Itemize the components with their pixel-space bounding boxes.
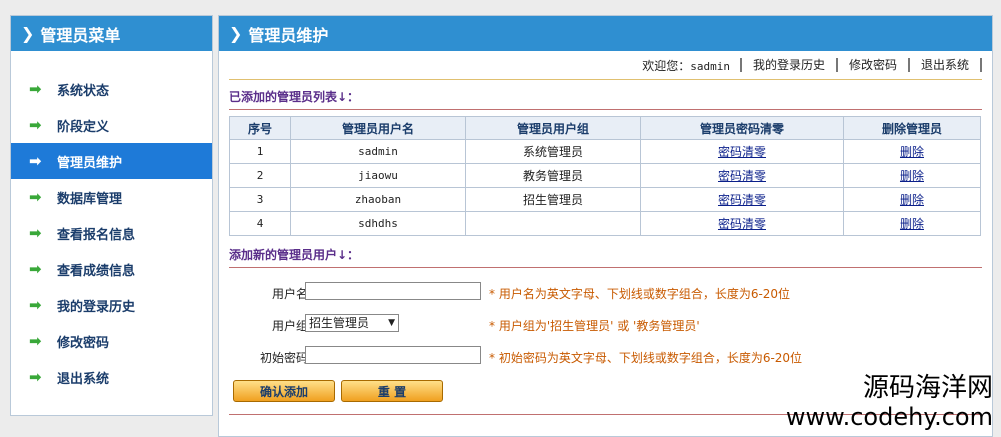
row-number: 1	[229, 139, 291, 164]
column-header: 序号	[229, 116, 291, 140]
reset-password-link[interactable]: 密码清零	[718, 145, 766, 159]
sidebar-item-score-info[interactable]: ➡ 查看成绩信息	[11, 251, 212, 287]
sidebar-item-label: 查看报名信息	[57, 227, 136, 243]
arrow-right-icon: ➡	[29, 116, 42, 134]
user-bar: 欢迎您：sadmin 我的登录历史 修改密码 退出系统	[229, 51, 982, 80]
password-row: 初始密码: * 初始密码为英文字母、下划线或数字组合，长度为6-20位	[219, 342, 992, 374]
delete-link[interactable]: 删除	[900, 145, 924, 159]
change-password-link[interactable]: 修改密码	[835, 58, 908, 72]
sidebar-item-registration-info[interactable]: ➡ 查看报名信息	[11, 215, 212, 251]
watermark: 源码海洋网 www.codehy.com	[786, 373, 993, 431]
reset-password-link[interactable]: 密码清零	[718, 169, 766, 183]
arrow-right-icon: ➡	[29, 368, 42, 386]
reset-cell: 密码清零	[640, 211, 844, 236]
table-header-row: 序号 管理员用户名 管理员用户组 管理员密码清零 删除管理员	[229, 116, 981, 140]
welcome-text: 欢迎您：sadmin	[632, 57, 740, 74]
sidebar-item-label: 系统状态	[57, 83, 110, 99]
admin-group: 招生管理员	[465, 187, 641, 212]
watermark-line1: 源码海洋网	[862, 373, 993, 403]
row-number: 3	[229, 187, 291, 212]
chevron-right-icon: ❯	[229, 24, 243, 43]
reset-cell: 密码清零	[640, 163, 844, 188]
sidebar-header: ❯ 管理员菜单	[11, 16, 212, 51]
watermark-line2: www.codehy.com	[785, 403, 993, 431]
login-history-link[interactable]: 我的登录历史	[739, 58, 836, 72]
sidebar: ❯ 管理员菜单 ➡ 系统状态 ➡ 阶段定义 ➡ 管理员维护 ➡ 数据库管理 ➡ 查看报名信…	[10, 15, 213, 416]
chevron-right-icon: ❯	[21, 24, 35, 43]
group-hint: * 用户组为'招生管理员' 或 '教务管理员'	[489, 319, 700, 333]
sidebar-item-admin-maintenance[interactable]: ➡ 管理员维护	[11, 143, 212, 179]
group-select[interactable]: 招生管理员 ▼	[305, 314, 399, 332]
delete-link[interactable]: 删除	[900, 217, 924, 231]
username-input[interactable]	[305, 282, 481, 300]
admin-table: 序号 管理员用户名 管理员用户组 管理员密码清零 删除管理员 1 sadmin …	[229, 116, 981, 236]
sidebar-item-label: 查看成绩信息	[57, 263, 136, 279]
dropdown-arrow-icon: ▼	[388, 318, 395, 328]
main-header: ❯ 管理员维护	[219, 16, 992, 51]
sidebar-item-logout[interactable]: ➡ 退出系统	[11, 359, 212, 395]
admin-group: 系统管理员	[465, 139, 641, 164]
username-hint: * 用户名为英文字母、下划线或数字组合，长度为6-20位	[489, 287, 791, 301]
arrow-right-icon: ➡	[29, 224, 42, 242]
sidebar-item-label: 修改密码	[57, 335, 110, 351]
sidebar-item-label: 管理员维护	[57, 155, 123, 171]
confirm-add-button[interactable]: 确认添加	[233, 380, 335, 402]
table-row: 4 sdhdhs 密码清零 删除	[229, 211, 981, 236]
sidebar-item-stage-definition[interactable]: ➡ 阶段定义	[11, 107, 212, 143]
arrow-right-icon: ➡	[29, 260, 42, 278]
password-hint: * 初始密码为英文字母、下划线或数字组合，长度为6-20位	[489, 351, 803, 365]
admin-username: sadmin	[290, 139, 466, 164]
table-row: 1 sadmin 系统管理员 密码清零 删除	[229, 139, 981, 164]
delete-cell: 删除	[843, 211, 981, 236]
page-title: 管理员维护	[248, 25, 329, 45]
current-username: sadmin	[690, 59, 730, 73]
admin-username: sdhdhs	[290, 211, 466, 236]
row-number: 2	[229, 163, 291, 188]
reset-cell: 密码清零	[640, 139, 844, 164]
arrow-right-icon: ➡	[29, 296, 42, 314]
arrow-right-icon: ➡	[29, 152, 42, 170]
column-header: 管理员用户名	[290, 116, 466, 140]
group-row: 用户组: 招生管理员 ▼ * 用户组为'招生管理员' 或 '教务管理员'	[219, 310, 992, 342]
sidebar-item-database[interactable]: ➡ 数据库管理	[11, 179, 212, 215]
admin-username: zhaoban	[290, 187, 466, 212]
column-header: 管理员密码清零	[640, 116, 844, 140]
add-admin-title: 添加新的管理员用户↓：	[229, 246, 982, 268]
reset-cell: 密码清零	[640, 187, 844, 212]
table-row: 2 jiaowu 教务管理员 密码清零 删除	[229, 163, 981, 188]
column-header: 管理员用户组	[465, 116, 641, 140]
arrow-right-icon: ➡	[29, 188, 42, 206]
delete-cell: 删除	[843, 163, 981, 188]
sidebar-menu: ➡ 系统状态 ➡ 阶段定义 ➡ 管理员维护 ➡ 数据库管理 ➡ 查看报名信息 ➡ 查看成绩信…	[11, 71, 212, 395]
reset-password-link[interactable]: 密码清零	[718, 217, 766, 231]
password-input[interactable]	[305, 346, 481, 364]
group-select-value: 招生管理员	[309, 316, 370, 330]
delete-link[interactable]: 删除	[900, 169, 924, 183]
admin-list-title: 已添加的管理员列表↓：	[229, 88, 982, 110]
arrow-right-icon: ➡	[29, 332, 42, 350]
sidebar-item-label: 数据库管理	[57, 191, 123, 207]
admin-group: 教务管理员	[465, 163, 641, 188]
table-row: 3 zhaoban 招生管理员 密码清零 删除	[229, 187, 981, 212]
reset-password-link[interactable]: 密码清零	[718, 193, 766, 207]
delete-cell: 删除	[843, 187, 981, 212]
sidebar-item-label: 阶段定义	[57, 119, 110, 135]
sidebar-item-system-status[interactable]: ➡ 系统状态	[11, 71, 212, 107]
arrow-right-icon: ➡	[29, 80, 42, 98]
sidebar-item-label: 退出系统	[57, 371, 110, 387]
reset-button[interactable]: 重 置	[341, 380, 443, 402]
admin-group	[465, 211, 641, 236]
logout-link[interactable]: 退出系统	[907, 58, 982, 72]
sidebar-item-label: 我的登录历史	[57, 299, 136, 315]
row-number: 4	[229, 211, 291, 236]
admin-username: jiaowu	[290, 163, 466, 188]
sidebar-title: 管理员菜单	[40, 25, 121, 45]
delete-cell: 删除	[843, 139, 981, 164]
sidebar-item-login-history[interactable]: ➡ 我的登录历史	[11, 287, 212, 323]
sidebar-item-change-password[interactable]: ➡ 修改密码	[11, 323, 212, 359]
username-row: 用户名: * 用户名为英文字母、下划线或数字组合，长度为6-20位	[219, 278, 992, 310]
delete-link[interactable]: 删除	[900, 193, 924, 207]
welcome-label: 欢迎您：	[642, 58, 691, 73]
column-header: 删除管理员	[843, 116, 981, 140]
